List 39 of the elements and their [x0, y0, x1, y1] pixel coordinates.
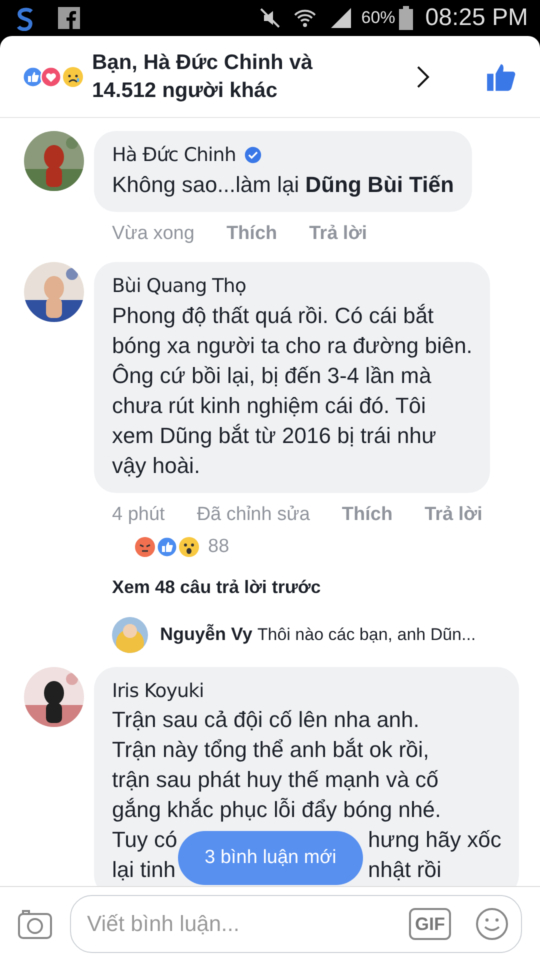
comment-author[interactable]: Bùi Quang Thọ — [112, 272, 246, 300]
love-reaction-icon — [40, 66, 62, 88]
view-more-replies-link[interactable]: Xem 48 câu trả lời trước — [94, 574, 500, 600]
comment-author[interactable]: Hà Đức Chinh — [112, 141, 236, 170]
angry-reaction-icon — [134, 536, 156, 558]
battery-percent: 60% — [361, 7, 396, 30]
comment-text: Trận sau cả đội cố lên nha anh. Trận này tổng thể anh bắt ok rồi, trận sau phát huy thế mạnh và cố gắng khắc phục lỗi đẩy bóng nhé. — [112, 706, 442, 824]
camera-icon[interactable] — [18, 908, 52, 938]
wow-reaction-icon — [178, 536, 200, 558]
gif-button[interactable]: GIF — [409, 908, 451, 940]
new-comments-pill[interactable]: 3 bình luận mới — [178, 831, 363, 885]
comment-text: Không sao...làm lại Dũng Bùi Tiến — [112, 170, 454, 199]
like-reaction-icon — [156, 536, 178, 558]
comment-action[interactable]: Thích — [342, 500, 393, 529]
reply-preview[interactable]: Nguyễn Vy Thôi nào các bạn, anh Dũn... — [160, 621, 476, 648]
comment-text-fragment: lại tinh — [112, 857, 176, 882]
signal-icon — [329, 6, 354, 30]
battery-icon — [399, 6, 414, 30]
sad-reaction-icon — [62, 66, 84, 88]
reactions-header[interactable]: Bạn, Hà Đức Chinh và 14.512 người khác — [0, 36, 540, 118]
comment-author[interactable]: Iris Koyuki — [112, 676, 204, 705]
clock: 08:25 PM — [425, 3, 528, 33]
comment-text-fragment: Tuy có — [112, 827, 178, 852]
comment-action[interactable]: Thích — [226, 220, 278, 248]
emoji-icon[interactable] — [475, 906, 509, 940]
facebook-icon — [58, 7, 80, 29]
like-reaction-icon — [22, 66, 44, 88]
comment-text-fragment: nhật rồi — [368, 857, 442, 882]
comment-text-fragment: hưng hãy xốc — [368, 827, 502, 852]
reactions-summary: Bạn, Hà Đức Chinh và 14.512 người khác — [92, 50, 313, 104]
comment-action[interactable]: Đã chỉnh sửa — [196, 500, 310, 529]
comment-action[interactable]: Trả lời — [424, 500, 482, 529]
comment-action[interactable]: Trả lời — [309, 220, 367, 248]
comment-action: Vừa xong — [112, 222, 194, 246]
comment-action: 4 phút — [112, 502, 165, 526]
comment-input[interactable]: Viết bình luận... GIF — [70, 894, 522, 952]
reaction-count: 88 — [208, 535, 230, 559]
comment-text: Phong độ thất quá rồi. Có cái bắt bóng xa người ta cho ra đường biên. Ông cứ bồi lại, bị đến 3-4 lần mà chưa rút kinh nghiệm cái đó. Tôi xem Dũng bắt từ 2016 bị trái như vậy hoài. — [112, 302, 472, 480]
chevron-right-icon[interactable] — [416, 64, 430, 88]
